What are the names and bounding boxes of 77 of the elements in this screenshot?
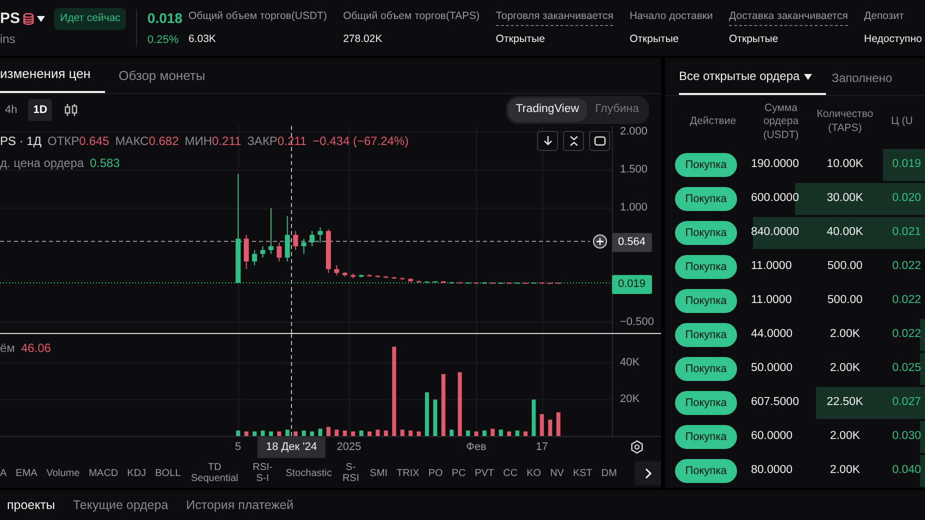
crosshair-price-label: 0.564 <box>612 233 652 252</box>
order-quantity: 2.00K <box>828 463 862 478</box>
order-quantity: 2.00K <box>828 327 862 342</box>
time-axis-label: 5 <box>235 441 242 453</box>
order-price: 0.021 <box>891 225 922 240</box>
stat-label: Доставка заканчивается <box>729 8 848 26</box>
order-quantity: 500.00 <box>826 259 864 274</box>
price-axis-label: 2.000 <box>620 126 648 138</box>
stat-label: Общий объем торгов(TAPS) <box>343 8 480 24</box>
order-amount: 840.0000 <box>751 225 800 240</box>
order-price: 0.020 <box>891 191 922 206</box>
order-price-value: 0.583 <box>90 155 120 172</box>
legend-value: 0.211 <box>212 134 242 148</box>
status-badge: Идет сейчас <box>54 8 126 30</box>
price-axis-label: 1.000 <box>620 202 648 214</box>
stat-value: Открытые <box>496 32 545 46</box>
order-amount: 80.0000 <box>751 463 794 478</box>
order-amount: 600.0000 <box>751 191 800 206</box>
order-quantity: 22.50K <box>826 395 864 410</box>
column-header: Сумма ордера (USDT) <box>762 102 800 142</box>
order-amount: 60.0000 <box>751 429 794 444</box>
stat-label: Депозит <box>864 8 904 24</box>
stat-label: Торговля заканчивается <box>496 8 614 26</box>
chart-symbol: PS · 1Д <box>0 133 42 150</box>
volume-axis-label: 40K <box>620 356 640 369</box>
order-price: 0.030 <box>891 429 922 444</box>
stat-label: Начало доставки <box>630 8 713 24</box>
order-price-label: д. цена ордера <box>0 155 84 172</box>
stat-label: Общий объем торгов(USDT) <box>188 8 327 24</box>
volume-label: ём <box>0 340 15 357</box>
order-quantity: 30.00K <box>826 191 864 206</box>
order-quantity: 500.00 <box>826 293 864 308</box>
column-header: Действие <box>688 115 738 129</box>
order-price: 0.022 <box>891 259 922 274</box>
legend-label: ЗАКР <box>247 134 278 148</box>
column-header: Количество (TAPS) <box>816 108 874 136</box>
coin-subtitle: ins <box>0 31 16 48</box>
stat-value: 278.02K <box>343 32 382 46</box>
order-quantity: 2.00K <box>828 361 862 376</box>
order-price: 0.019 <box>891 157 922 172</box>
legend-label: ОТКР <box>47 134 80 148</box>
order-price: 0.027 <box>891 395 922 410</box>
price-axis-label: 1.500 <box>620 164 648 176</box>
order-quantity: 40.00K <box>826 225 864 240</box>
legend-value: 0.682 <box>148 134 179 148</box>
order-price: 0.022 <box>891 293 922 308</box>
order-quantity: 2.00K <box>828 429 862 444</box>
order-amount: 190.0000 <box>751 157 800 172</box>
last-price-label: 0.019 <box>612 275 652 294</box>
order-amount: 44.0000 <box>751 327 794 342</box>
stat-value: Недоступно <box>864 32 922 46</box>
legend-value: 0.645 <box>79 134 110 148</box>
time-axis-label: 17 <box>536 441 548 453</box>
stat-value: Открытые <box>630 32 679 46</box>
volume-axis-label: 20K <box>620 393 640 406</box>
order-amount: 607.5000 <box>751 395 800 410</box>
stat-value: Открытые <box>729 32 778 46</box>
order-quantity: 10.00K <box>826 157 864 172</box>
legend-label: МАКС <box>115 134 149 148</box>
legend-change: −0.434 (−67.24%) <box>312 133 409 150</box>
time-axis-label: Фев <box>466 441 486 453</box>
order-price: 0.022 <box>891 327 922 342</box>
last-price: 0.018 <box>147 8 182 28</box>
order-amount: 11.0000 <box>751 293 793 308</box>
legend-value: 0.211 <box>277 134 307 148</box>
time-axis-label: 2025 <box>336 441 362 453</box>
column-header: Ц (U <box>890 115 914 129</box>
order-amount: 11.0000 <box>751 259 793 274</box>
order-price: 0.040 <box>891 463 922 478</box>
legend-label: МИН <box>184 134 212 148</box>
stat-value: 6.03K <box>188 32 216 46</box>
order-amount: 50.0000 <box>751 361 794 376</box>
order-price: 0.025 <box>891 361 922 376</box>
crosshair-date-label: 18 Дек '24 <box>258 437 326 458</box>
price-axis-label: −0.500 <box>620 316 654 328</box>
price-change: 0.25% <box>147 32 179 48</box>
volume-value: 46.06 <box>20 340 51 357</box>
